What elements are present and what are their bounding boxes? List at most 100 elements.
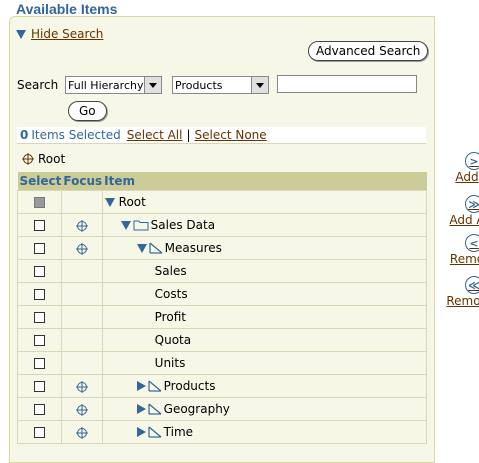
hide-search-link[interactable]: Hide Search <box>16 27 103 41</box>
search-scope-value: Full Hierarchy <box>68 79 144 92</box>
item-label: Units <box>154 356 186 370</box>
select-checkbox[interactable] <box>33 404 45 415</box>
dimension-icon <box>148 403 162 415</box>
table-row: Sales <box>17 259 428 283</box>
go-button[interactable]: Go <box>68 101 107 121</box>
select-cell <box>17 236 62 260</box>
search-dimension-select[interactable]: Products <box>172 76 269 94</box>
focus-cell <box>60 374 103 398</box>
side-action-label[interactable]: Add A <box>449 213 479 227</box>
select-checkbox[interactable] <box>33 220 45 231</box>
select-cell <box>17 259 62 283</box>
dimension-icon <box>148 426 162 438</box>
select-cell <box>17 213 62 237</box>
select-none-link[interactable]: Select None <box>195 128 267 142</box>
table-row: Units <box>17 351 428 375</box>
side-action-label[interactable]: Remov <box>446 294 479 308</box>
item-label: Root <box>118 195 146 209</box>
item-cell: Root <box>101 190 428 214</box>
focus-cell <box>60 328 103 352</box>
arrow-icon[interactable]: < <box>465 234 479 252</box>
focus-cell <box>60 397 103 421</box>
focus-cell <box>60 236 103 260</box>
column-header-item: Item <box>102 172 427 191</box>
select-cell <box>17 351 62 375</box>
table-row: Geography <box>17 397 428 421</box>
collapse-triangle-icon[interactable] <box>104 197 115 207</box>
item-cell: Time <box>101 420 428 444</box>
table-row: Profit <box>17 305 428 329</box>
available-items-panel: Hide Search Advanced Search Search Full … <box>9 16 435 463</box>
select-checkbox[interactable] <box>33 266 45 277</box>
focus-target-icon[interactable] <box>75 402 88 416</box>
select-checkbox[interactable] <box>33 335 45 346</box>
select-cell <box>17 328 62 352</box>
focus-target-icon[interactable] <box>75 241 88 255</box>
item-label: Sales <box>154 264 187 278</box>
expand-triangle-icon[interactable] <box>136 404 146 414</box>
dimension-icon <box>149 242 163 254</box>
item-cell: Sales Data <box>101 213 428 237</box>
arrow-icon[interactable]: ≪ <box>465 276 479 294</box>
select-checkbox[interactable] <box>33 358 45 369</box>
focus-target-icon[interactable] <box>75 218 88 232</box>
item-label: Time <box>163 425 194 439</box>
select-checkbox <box>33 197 45 208</box>
select-checkbox[interactable] <box>33 427 45 438</box>
select-checkbox[interactable] <box>33 243 45 254</box>
arrow-icon[interactable]: > <box>465 152 479 170</box>
item-label: Costs <box>154 287 188 301</box>
expand-triangle-icon[interactable] <box>136 381 146 391</box>
focus-cell <box>60 259 103 283</box>
select-cell <box>17 282 62 306</box>
side-action-label[interactable]: Remo <box>450 252 479 266</box>
search-scope-select[interactable]: Full Hierarchy <box>65 76 162 94</box>
table-row: Costs <box>17 282 428 306</box>
table-row: Measures <box>17 236 428 260</box>
breadcrumb: Root <box>17 143 426 173</box>
select-cell <box>17 420 62 444</box>
select-all-link[interactable]: Select All <box>127 128 183 142</box>
select-checkbox[interactable] <box>33 289 45 300</box>
focus-cell <box>60 351 103 375</box>
item-cell: Products <box>101 374 428 398</box>
select-cell <box>17 397 62 421</box>
item-cell: Costs <box>101 282 428 306</box>
focus-target-icon[interactable] <box>75 425 88 439</box>
page-title: Available Items <box>16 1 118 17</box>
select-checkbox[interactable] <box>33 312 45 323</box>
breadcrumb-root[interactable]: Root <box>38 152 65 166</box>
table-row: Time <box>17 420 428 444</box>
select-checkbox[interactable] <box>33 381 45 392</box>
focus-cell <box>60 305 103 329</box>
chevron-down-icon[interactable] <box>144 77 161 93</box>
item-label: Measures <box>164 241 222 255</box>
item-cell: Measures <box>101 236 428 260</box>
advanced-search-button[interactable]: Advanced Search <box>308 41 429 61</box>
side-action-button[interactable]: ≪Remov <box>437 276 479 308</box>
item-label: Profit <box>154 310 186 324</box>
item-cell: Units <box>101 351 428 375</box>
items-selected-label: Items Selected <box>31 128 121 142</box>
item-label: Sales Data <box>150 218 216 232</box>
table-row: Root <box>17 190 428 214</box>
side-action-button[interactable]: > Add <box>437 152 479 184</box>
collapse-triangle-icon[interactable] <box>120 220 131 230</box>
collapse-triangle-icon[interactable] <box>136 243 147 253</box>
side-action-button[interactable]: <Remo <box>437 234 479 266</box>
column-header-focus: Focus <box>61 172 103 191</box>
select-cell <box>17 190 62 214</box>
chevron-down-icon[interactable] <box>251 77 268 93</box>
search-label: Search <box>17 78 59 92</box>
search-input[interactable] <box>277 75 417 93</box>
focus-target-icon[interactable] <box>75 379 88 393</box>
search-dimension-value: Products <box>175 79 223 92</box>
expand-triangle-icon[interactable] <box>136 427 146 437</box>
side-action-label[interactable]: Add <box>455 170 478 184</box>
dimension-icon <box>148 380 162 392</box>
item-label: Geography <box>163 402 230 416</box>
hide-search-label[interactable]: Hide Search <box>31 27 103 41</box>
arrow-icon[interactable]: ≫ <box>465 195 479 213</box>
table-row: Quota <box>17 328 428 352</box>
side-action-button[interactable]: ≫Add A <box>437 195 479 227</box>
